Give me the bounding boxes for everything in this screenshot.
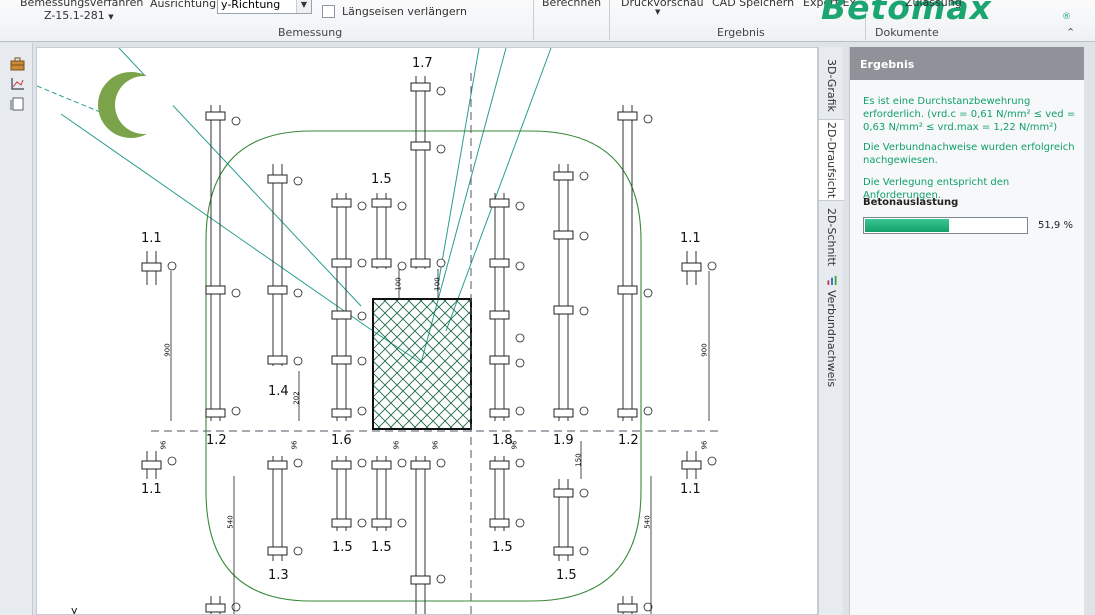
zulassung-button[interactable]: Zulassung [905,0,962,9]
drawing-label: 1.6 [331,433,352,448]
dimension-text: 202 [292,391,301,405]
dimension-text: 96 [290,440,299,450]
dimension-text: 540 [643,515,652,529]
drawing-label: 1.7 [412,56,433,71]
result-message-verbund: Die Verbundnachweise wurden erfolgreich … [863,142,1075,166]
drawing-label: 1.5 [332,540,353,555]
chevron-down-icon[interactable]: ▼ [655,8,660,16]
drawing-label: 1.5 [371,172,392,187]
dimension-text: 100 [394,277,403,291]
betonauslastung-value: 51,9 % [1038,220,1073,231]
betonauslastung-title: Betonauslastung [863,197,959,208]
crescent-mark [98,72,173,138]
ribbon: Bemessungsverfahren Z-15.1-281 ▼ Ausrich… [0,0,1095,42]
group-bemessung-label: Bemessung [278,26,343,39]
dimension-text: 96 [700,440,709,450]
drawing-label: 1.3 [268,568,289,583]
panel-header: Ergebnis [850,47,1084,80]
drawing-label: 1.4 [268,384,289,399]
result-message-durchstanz: Es ist eine Durchstanzbewehrung erforder… [863,96,1076,133]
dimension-text: 96 [431,440,440,450]
dimension-text: 900 [700,343,709,357]
drawing-label: 1.1 [141,231,162,246]
result-panel: Ergebnis Es ist eine Durchstanzbewehrung… [849,47,1084,615]
drawing-label: 1.1 [680,231,701,246]
berechnen-button[interactable]: Berechnen [542,0,601,9]
window-edge [1084,47,1095,615]
drawing-label: 1.5 [492,540,513,555]
group-dokumente-label: Dokumente [875,26,939,39]
ausrichtung-select[interactable]: y-Richtung ▼ [217,0,312,14]
y-axis-label: y [71,604,78,615]
ribbon-separator [609,0,610,40]
tab-label: 3D-Grafik [825,58,838,112]
drawing-canvas[interactable]: 1.7 1.5 1.1 1.1 1.4 1.2 1.6 1.8 1.9 1.2 … [36,47,818,615]
page-icon[interactable] [10,97,25,111]
tab-2d-schnitt[interactable]: 2D-Schnitt [819,205,844,269]
group-ergebnis-label: Ergebnis [717,26,765,39]
tab-2d-draufsicht[interactable]: 2D-Draufsicht [819,119,844,201]
collapse-ribbon-icon[interactable]: ⌃ [1066,26,1075,39]
progress-fill [865,219,949,232]
laengseisen-checkbox[interactable] [322,5,335,18]
ausrichtung-label: Ausrichtung [150,0,217,10]
chevron-down-icon: ▼ [108,13,114,21]
ribbon-separator [533,0,534,40]
column-section [372,298,472,430]
dimension-text: 900 [163,343,172,357]
druckvorschau-button[interactable]: Druckvorschau [621,0,704,9]
drawing-label: 1.2 [618,433,639,448]
dimension-text: 150 [574,453,583,467]
app-window: Bemessungsverfahren Z-15.1-281 ▼ Ausrich… [0,0,1095,615]
tab-label: 2D-Schnitt [825,207,838,267]
ausrichtung-value: y-Richtung [221,0,281,11]
tab-3d-grafik[interactable]: 3D-Grafik [819,55,844,115]
registered-mark: ® [1062,12,1071,22]
view-tabs: 3D-Grafik 2D-Draufsicht 2D-Schnitt Verbu… [818,47,844,615]
cad-speichern-button[interactable]: CAD Speichern [712,0,794,9]
drawing-label: 1.5 [556,568,577,583]
tab-label: Verbundnachweis [825,289,838,387]
dimension-text: 96 [392,440,401,450]
drawing-label: 1.2 [206,433,227,448]
chevron-down-icon: ▼ [296,0,311,13]
drawing-label: 1.1 [680,482,701,497]
betonauslastung-progress-bar [863,217,1028,234]
reinforcement-plan [37,48,721,614]
chart-axis-icon[interactable] [10,77,25,91]
dimension-text: 96 [510,440,519,450]
tab-verbundnachweis[interactable]: Verbundnachweis [819,275,844,387]
drawing-label: 1.9 [553,433,574,448]
toolbox-icon[interactable] [10,57,25,71]
bemessungsverfahren-button-label[interactable]: Bemessungsverfahren [20,0,143,9]
dimension-text: 540 [226,515,235,529]
bemessungsverfahren-dropdown[interactable]: Z-15.1-281 ▼ [44,9,114,22]
laengseisen-label: Längseisen verlängern [342,5,467,18]
drawing-label: 1.5 [371,540,392,555]
dimension-text: 96 [159,440,168,450]
bar-chart-icon [826,275,837,285]
bemessungsverfahren-value: Z-15.1-281 [44,9,105,22]
drawing-label: 1.1 [141,482,162,497]
left-toolbar [0,43,33,615]
tab-label: 2D-Draufsicht [825,121,838,199]
dimension-text: 100 [433,277,442,291]
